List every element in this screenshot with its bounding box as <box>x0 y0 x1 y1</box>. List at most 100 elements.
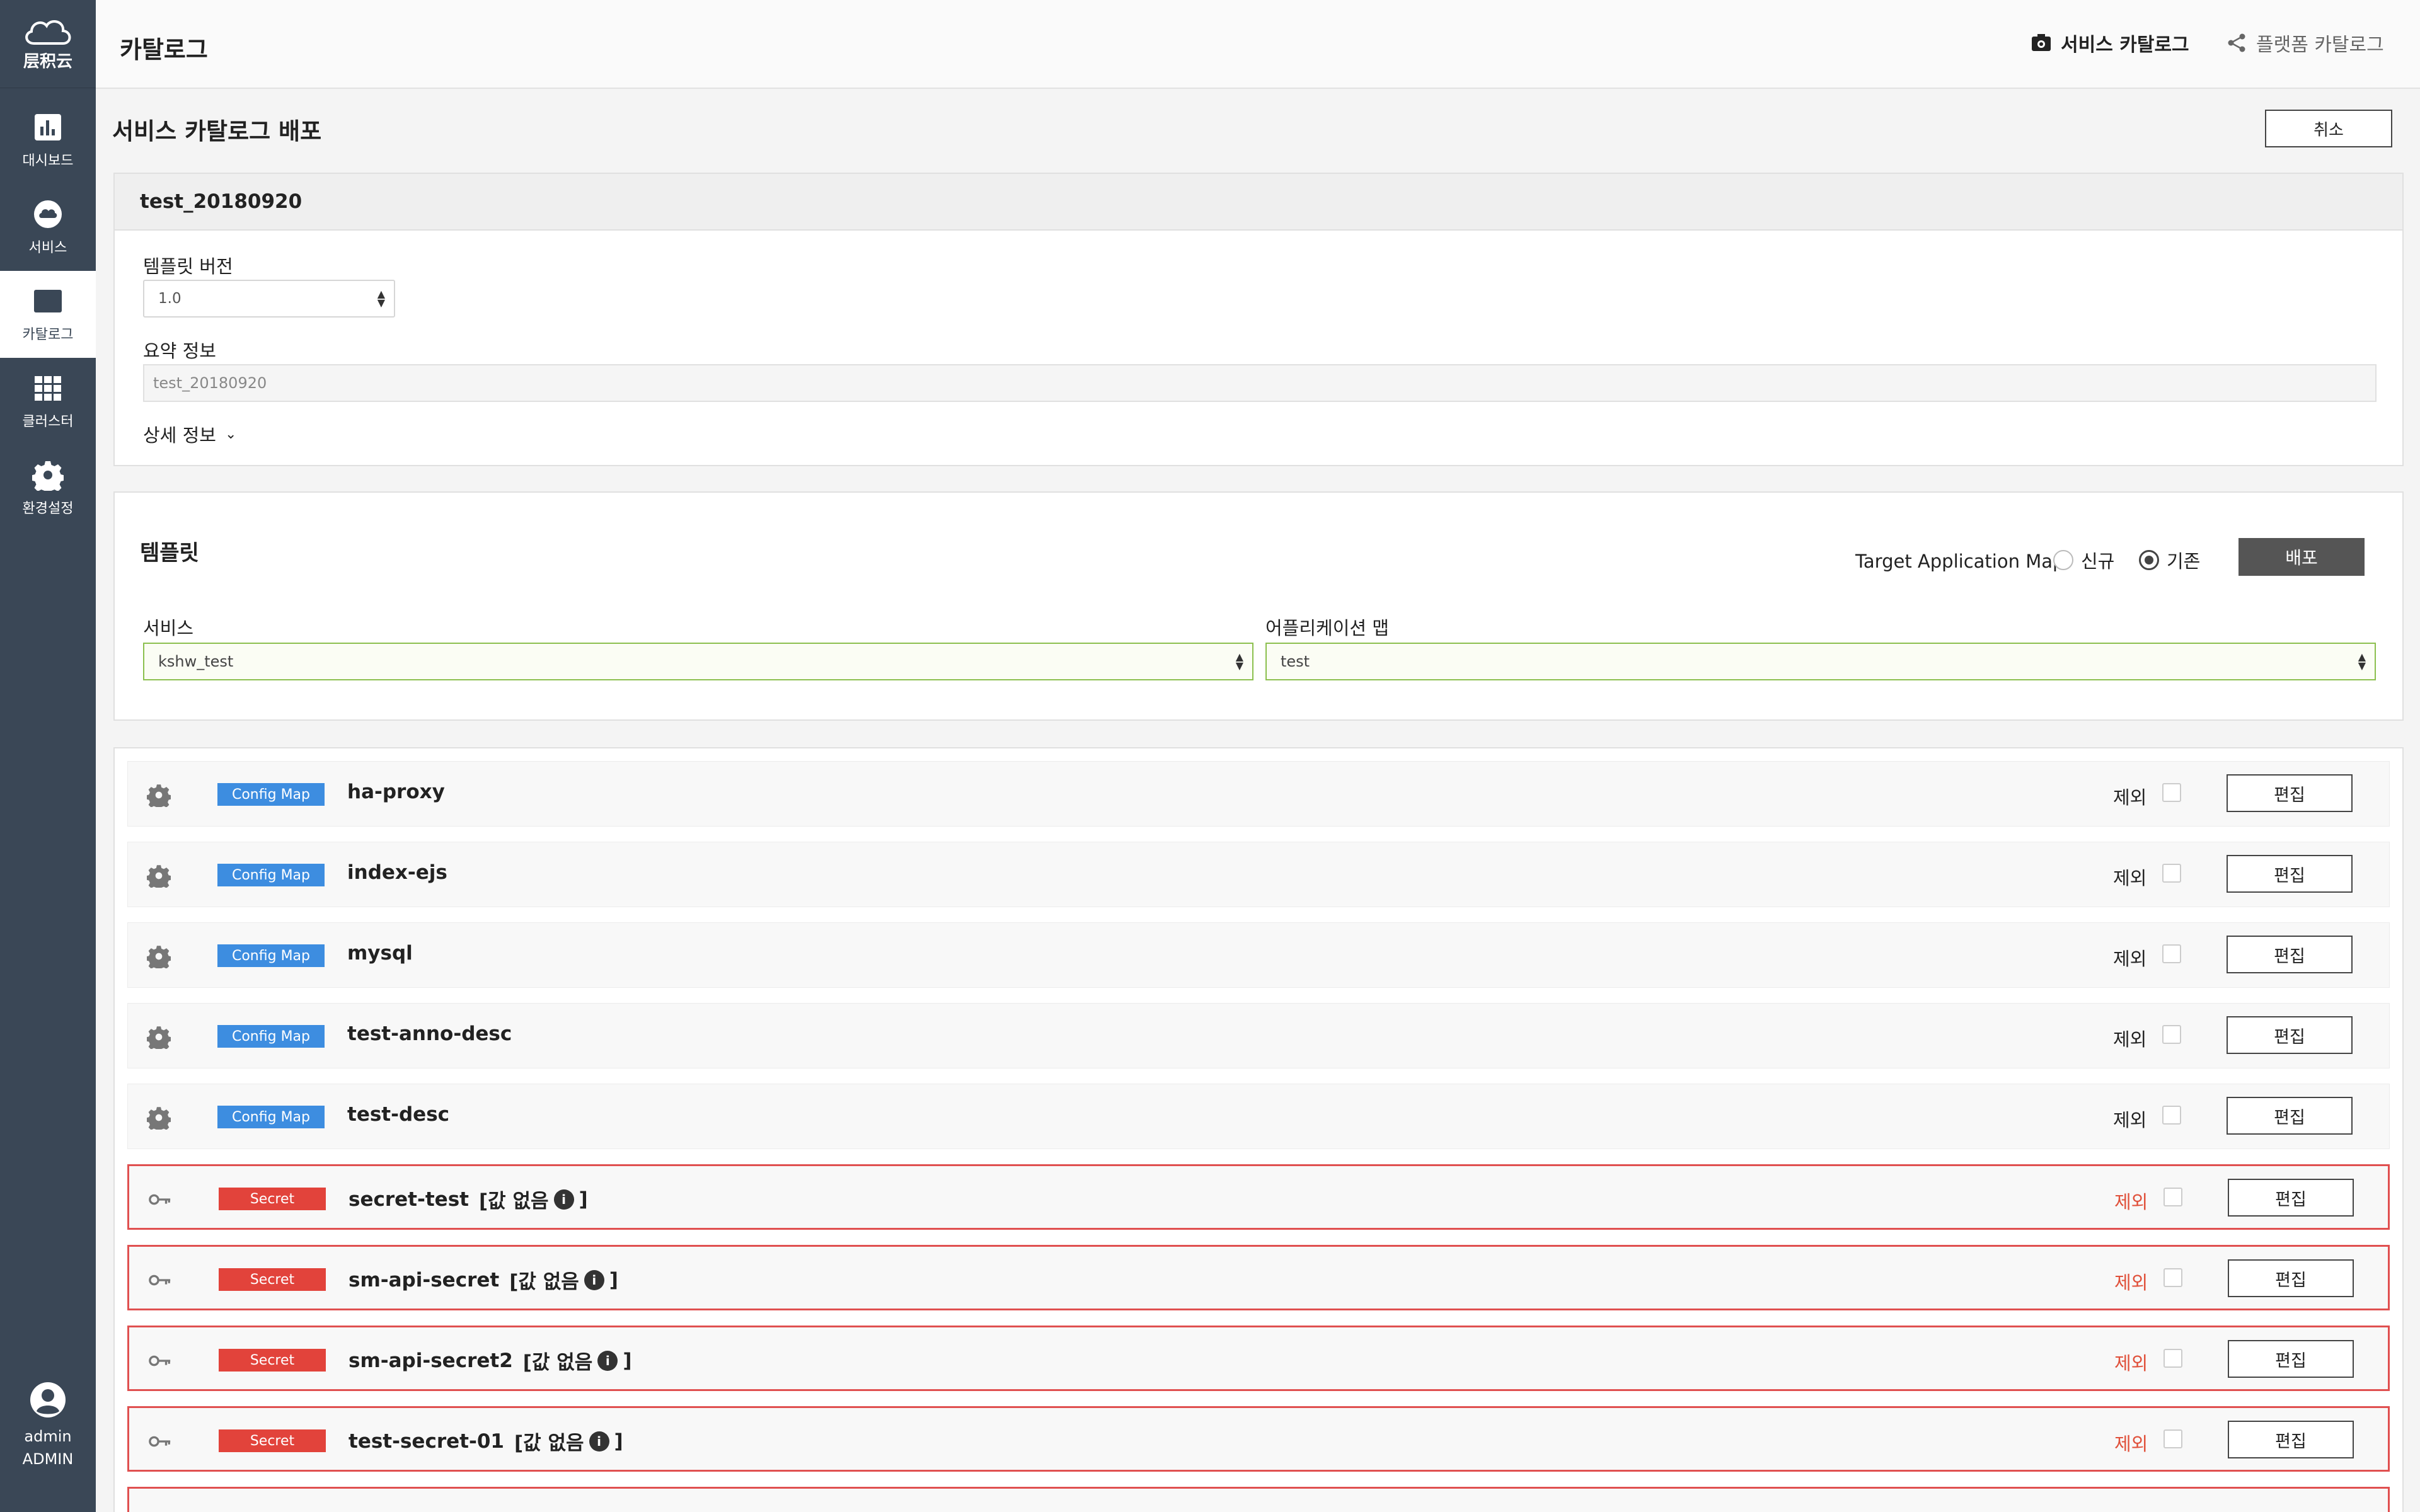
edit-button[interactable]: 편집 <box>2227 855 2353 893</box>
info-icon[interactable]: i <box>597 1350 618 1371</box>
exclude-checkbox[interactable] <box>2164 1429 2182 1448</box>
no-value-tag: [값 없음 i] <box>523 1346 632 1375</box>
table-row: Config Map mysql 제외 편집 <box>127 922 2390 988</box>
deploy-button[interactable]: 배포 <box>2238 538 2365 576</box>
catalog-icon <box>34 290 62 312</box>
edit-button[interactable]: 편집 <box>2228 1179 2354 1217</box>
exclude-checkbox[interactable] <box>2162 1106 2181 1125</box>
info-icon[interactable]: i <box>589 1431 609 1452</box>
resource-name-text: test-secret-01 <box>349 1429 504 1453</box>
table-row: Config Map index-ejs 제외 편집 <box>127 842 2390 907</box>
template-panel: 템플릿 Target Application Map 신규 기존 배포 서비스 … <box>113 491 2404 721</box>
radio-circle-icon <box>2053 550 2073 570</box>
sidebar-item-settings[interactable]: 환경설정 <box>0 445 96 532</box>
secret-badge: Secret <box>219 1268 326 1291</box>
edit-button[interactable]: 편집 <box>2227 1016 2353 1054</box>
exclude-label: 제외 <box>2113 787 2147 808</box>
service-catalog-link[interactable]: 서비스 카탈로그 <box>2031 29 2189 57</box>
resource-name: test-anno-desc <box>347 1022 512 1045</box>
brand-name: 层积云 <box>23 52 72 71</box>
exclude-checkbox[interactable] <box>2164 1188 2182 1206</box>
sidebar-item-catalog[interactable]: 카탈로그 <box>0 271 96 358</box>
bar-chart-icon <box>35 114 61 140</box>
brand-logo[interactable]: 层积云 <box>0 0 96 88</box>
chevron-down-icon: ⌄ <box>224 426 237 442</box>
resource-name-text: mysql <box>347 942 413 965</box>
secret-badge: Secret <box>219 1188 326 1210</box>
key-icon <box>149 1194 171 1205</box>
table-row: Config Map test-anno-desc 제외 편집 <box>127 1003 2390 1068</box>
radio-existing[interactable]: 기존 <box>2139 547 2200 573</box>
gear-icon <box>147 865 171 888</box>
resource-name: mysql <box>347 942 413 965</box>
exclude-checkbox[interactable] <box>2162 783 2181 802</box>
info-icon[interactable]: i <box>553 1189 574 1210</box>
info-icon[interactable]: i <box>584 1269 604 1290</box>
key-icon <box>149 1274 171 1286</box>
resource-name: secret-test [값 없음 i] <box>349 1185 588 1213</box>
platform-catalog-link[interactable]: 플랫폼 카탈로그 <box>2226 29 2384 57</box>
gear-icon <box>32 461 64 491</box>
edit-button[interactable]: 편집 <box>2228 1259 2354 1297</box>
resource-name: index-ejs <box>347 861 447 884</box>
detail-info-toggle[interactable]: 상세 정보 ⌄ <box>143 421 236 447</box>
exclude-checkbox[interactable] <box>2162 1025 2181 1044</box>
detail-info-label: 상세 정보 <box>143 425 216 446</box>
edit-button[interactable]: 편집 <box>2227 1097 2353 1135</box>
sidebar: 层积云 대시보드 서비스 카탈로그 클러스터 환경설정 admin ADMIN <box>0 0 96 1512</box>
resource-name: test-secret-01 [값 없음 i] <box>349 1427 623 1455</box>
resource-name: sm-api-secret2 [값 없음 i] <box>349 1346 631 1375</box>
user-profile[interactable]: admin ADMIN <box>0 1381 96 1468</box>
gear-icon <box>147 1107 171 1130</box>
sidebar-item-service[interactable]: 서비스 <box>0 184 96 271</box>
sidebar-item-cluster[interactable]: 클러스터 <box>0 358 96 445</box>
config-map-badge: Config Map <box>217 944 325 967</box>
exclude-checkbox[interactable] <box>2164 1349 2182 1368</box>
summary-label: 요약 정보 <box>143 340 216 362</box>
secret-badge: Secret <box>219 1349 326 1372</box>
exclude-checkbox[interactable] <box>2164 1268 2182 1287</box>
edit-button[interactable]: 편집 <box>2228 1340 2354 1378</box>
select-arrows-icon: ▲ ▼ <box>2358 651 2366 672</box>
template-version-select[interactable]: 1.0 ▲ ▼ <box>143 280 395 318</box>
gear-icon <box>147 784 171 807</box>
radio-existing-label: 기존 <box>2167 551 2201 572</box>
service-catalog-label: 서비스 카탈로그 <box>2061 34 2189 56</box>
appmap-select[interactable]: test ▲ ▼ <box>1265 643 2376 680</box>
edit-button[interactable]: 편집 <box>2227 936 2353 973</box>
sidebar-item-label: 클러스터 <box>22 414 74 430</box>
edit-button[interactable]: 편집 <box>2228 1421 2354 1458</box>
radio-checked-icon <box>2139 550 2159 570</box>
radio-new[interactable]: 신규 <box>2053 547 2114 573</box>
table-row <box>127 1487 2390 1512</box>
sidebar-item-label: 서비스 <box>28 240 67 256</box>
no-value-bracket: ] <box>609 1268 618 1292</box>
no-value-text: [값 없음 <box>522 1351 593 1374</box>
exclude-checkbox[interactable] <box>2162 944 2181 963</box>
share-icon <box>2228 33 2245 52</box>
edit-button[interactable]: 편집 <box>2227 774 2353 812</box>
gear-icon <box>147 1026 171 1049</box>
cancel-button[interactable]: 취소 <box>2265 110 2392 147</box>
resource-name-text: index-ejs <box>347 861 447 884</box>
catalog-name: test_20180920 <box>115 174 2402 231</box>
avatar-icon <box>30 1382 66 1418</box>
resource-name: test-desc <box>347 1103 449 1126</box>
exclude-label: 제외 <box>2114 1191 2148 1213</box>
sidebar-item-label: 카탈로그 <box>22 327 74 343</box>
page-title: 카탈로그 <box>120 36 208 64</box>
deploy-title: 서비스 카탈로그 배포 <box>112 118 322 145</box>
exclude-label: 제외 <box>2114 1433 2148 1455</box>
secret-badge: Secret <box>219 1429 326 1452</box>
table-row: Secret sm-api-secret [값 없음 i] 제외 편집 <box>127 1245 2390 1310</box>
service-select[interactable]: kshw_test ▲ ▼ <box>143 643 1253 680</box>
summary-input[interactable]: test_20180920 <box>143 364 2377 402</box>
no-value-text: [값 없음 <box>509 1271 579 1293</box>
exclude-checkbox[interactable] <box>2162 864 2181 883</box>
catalog-info-panel: test_20180920 템플릿 버전 1.0 ▲ ▼ 요약 정보 test_2… <box>113 173 2404 466</box>
sidebar-item-dashboard[interactable]: 대시보드 <box>0 97 96 184</box>
select-arrows-icon: ▲ ▼ <box>377 288 385 309</box>
resource-name-text: sm-api-secret <box>349 1268 500 1292</box>
gear-icon <box>147 946 171 968</box>
select-arrows-icon: ▲ ▼ <box>1235 651 1243 672</box>
